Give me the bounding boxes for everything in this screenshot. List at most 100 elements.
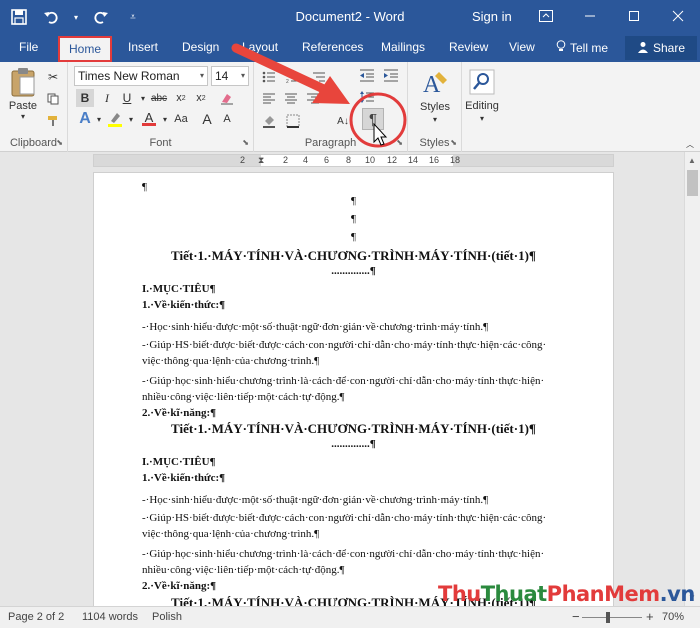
ruler-number: 10 [365,155,376,165]
section-objectives: I.·MỤC·TIÊU¶ [142,283,216,295]
collapse-ribbon-icon[interactable]: ︿ [683,138,697,150]
maximize-icon[interactable] [612,0,656,32]
undo-dropdown-icon[interactable]: ▾ [72,6,80,28]
zoom-level[interactable]: 70% [662,611,684,623]
vertical-scrollbar[interactable]: ▲ ▼ [684,152,700,606]
shading-icon[interactable] [260,112,278,130]
borders-icon[interactable] [284,112,302,130]
ribbon-display-options-icon[interactable] [524,0,568,32]
increase-indent-icon[interactable] [382,66,400,84]
body-line: -·Học·sinh·hiểu·được·một·số·thuật·ngữ·đơ… [142,494,489,506]
paste-label: Paste [8,100,38,112]
cut-icon[interactable]: ✂ [44,68,62,86]
align-center-icon[interactable] [282,90,300,108]
clipboard-group: Paste ▾ ✂ Clipboard ⬊ [0,62,68,152]
clear-formatting-icon[interactable] [218,89,236,107]
font-group-label: Font [149,137,172,149]
multilevel-list-icon[interactable] [310,68,328,86]
body-line: nhiều·công·việc·liên·tiếp·một·cách·tự·độ… [142,564,345,576]
document-name: Document2 [295,9,363,24]
show-hide-formatting-button[interactable]: ¶ [362,108,384,130]
tab-mailings[interactable]: Mailings [381,40,425,54]
format-painter-icon[interactable] [44,112,62,130]
font-size-dropdown-icon: ▾ [240,71,245,80]
paragraph-launcher-icon[interactable]: ⬊ [396,138,403,147]
share-label: Share [652,41,686,55]
ruler-number: 6 [324,155,330,165]
zoom-in-button[interactable]: + [646,609,654,624]
zoom-slider[interactable] [582,617,642,618]
align-left-icon[interactable] [260,90,278,108]
scroll-up-icon[interactable]: ▲ [688,156,696,165]
numbering-icon[interactable]: 12 [284,68,302,86]
tab-layout[interactable]: Layout [242,40,278,54]
tab-references[interactable]: References [302,40,363,54]
body-line: -·Giúp·HS·biết·được·biết·được·cách·con·n… [142,512,547,524]
paste-button[interactable]: Paste ▾ [6,68,40,121]
align-right-icon[interactable] [304,90,322,108]
copy-icon[interactable] [44,90,62,108]
font-launcher-icon[interactable]: ⬊ [242,138,249,147]
save-icon[interactable] [8,6,30,28]
tab-review[interactable]: Review [449,40,488,54]
dots-line: ..............¶ [331,265,376,277]
share-button[interactable]: Share [625,36,697,60]
quick-access-toolbar: ▾ ⩡ [8,6,144,28]
superscript-icon[interactable]: x2 [192,89,210,107]
redo-icon[interactable] [90,6,112,28]
shrink-font-icon[interactable]: A [218,110,236,128]
sort-icon[interactable]: A↓ [334,112,352,130]
bold-icon[interactable]: B [76,89,94,107]
styles-launcher-icon[interactable]: ⬊ [450,138,457,147]
grow-font-icon[interactable]: A [198,110,216,128]
body-line: -·Giúp·học·sinh·hiểu·chương·trình·là·các… [142,375,545,387]
font-size-select[interactable]: 14 ▾ [211,66,249,86]
first-line-indent-marker[interactable]: ⧗ [258,155,264,166]
body-line: -·Giúp·học·sinh·hiểu·chương·trình·là·các… [142,548,545,560]
decrease-indent-icon[interactable] [358,66,376,84]
scrollbar-thumb[interactable] [687,170,698,196]
italic-icon[interactable]: I [98,89,116,107]
close-icon[interactable] [656,0,700,32]
document-canvas: ¶ ¶ ¶ ¶ Tiết·1.·MÁY·TÍNH·VÀ·CHƯƠNG·TRÌNH… [0,168,684,606]
undo-icon[interactable] [40,6,62,28]
tell-me-search[interactable]: Tell me [556,40,608,55]
language-status[interactable]: Polish [152,611,182,623]
app-name: Word [373,9,405,24]
skills-heading: 2.·Về·kĩ·năng:¶ [142,407,217,419]
tab-design[interactable]: Design [182,40,219,54]
tab-insert[interactable]: Insert [128,40,158,54]
ruler-number: 12 [387,155,398,165]
pilcrow-icon: ¶ [368,110,378,128]
tab-file[interactable]: File [19,40,38,54]
zoom-slider-thumb[interactable] [606,612,610,623]
line-spacing-icon[interactable] [358,88,376,106]
strikethrough-icon[interactable]: abc [148,89,170,107]
bullets-icon[interactable] [260,68,278,86]
customize-toolbar-icon[interactable]: ⩡ [122,6,144,28]
document-page[interactable]: ¶ ¶ ¶ ¶ Tiết·1.·MÁY·TÍNH·VÀ·CHƯƠNG·TRÌNH… [93,172,614,606]
highlight-dropdown-icon[interactable]: ▾ [122,110,140,128]
subscript-icon[interactable]: x2 [172,89,190,107]
ruler-number: 14 [408,155,419,165]
styles-icon: A [421,68,449,99]
clipboard-launcher-icon[interactable]: ⬊ [56,138,63,147]
editing-button[interactable]: Editing ▾ [462,66,502,126]
page-count[interactable]: Page 2 of 2 [8,611,64,623]
minimize-icon[interactable] [568,0,612,32]
zoom-out-button[interactable]: − [572,609,580,624]
word-count[interactable]: 1104 words [82,611,138,623]
styles-button[interactable]: A Styles ▾ [412,66,458,126]
knowledge-heading: 1.·Về·kiến·thức:¶ [142,472,226,484]
horizontal-ruler[interactable]: 2 2 4 6 8 10 12 14 16 18 ⧗ [93,154,614,167]
tab-view[interactable]: View [509,40,535,54]
tell-me-label: Tell me [570,40,609,55]
status-bar: Page 2 of 2 1104 words Polish − + 70% [0,606,700,628]
sign-in-link[interactable]: Sign in [472,9,512,24]
font-family-select[interactable]: Times New Roman ▾ [74,66,208,86]
change-case-icon[interactable]: Aa [172,110,190,128]
tab-home[interactable]: Home [58,36,112,62]
svg-text:1: 1 [286,71,289,77]
watermark-part: .vn [659,582,696,606]
ribbon-tabs: File Home Insert Design Layout Reference… [0,34,700,62]
